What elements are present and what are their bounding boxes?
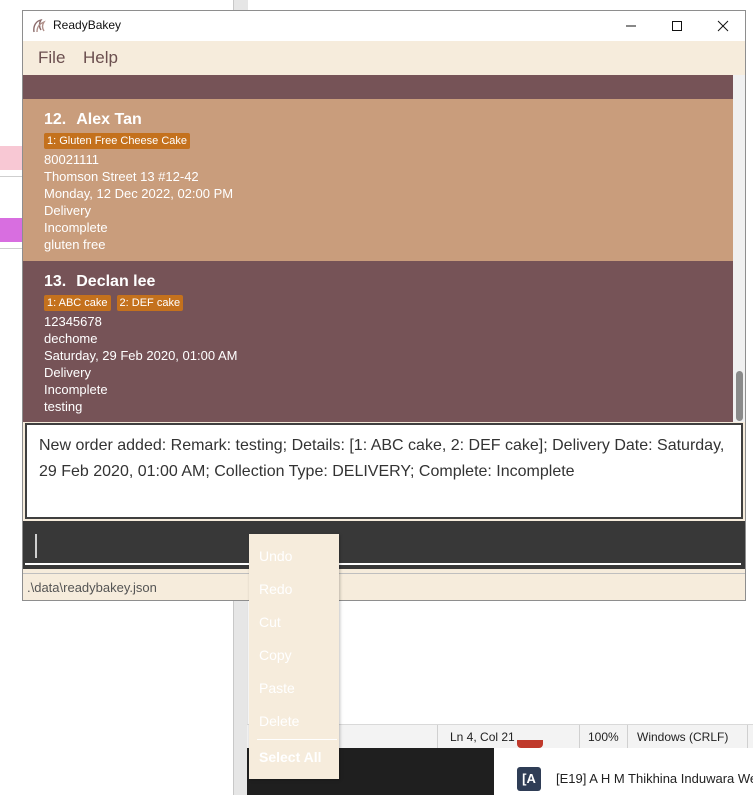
- data-file-path: .\data\readybakey.json: [27, 580, 157, 595]
- customer-phone: 12345678: [44, 314, 102, 329]
- status-bar: .\data\readybakey.json: [23, 573, 745, 600]
- minimize-icon: [626, 25, 636, 27]
- order-index: 12.: [44, 111, 67, 128]
- menu-file[interactable]: File: [38, 48, 65, 68]
- context-menu-select-all[interactable]: Select All: [259, 749, 322, 765]
- order-list[interactable]: 12. Alex Tan 1: Gluten Free Cheese Cake 8…: [23, 75, 733, 422]
- editor-cursor-position: Ln 4, Col 21: [450, 730, 515, 744]
- context-menu-cut[interactable]: Cut: [259, 614, 281, 630]
- window-title: ReadyBakey: [53, 18, 122, 32]
- background-highlight-row: [0, 218, 22, 242]
- order-status: Incomplete: [44, 382, 108, 397]
- context-menu: Undo Redo Cut Copy Paste Delete Select A…: [249, 534, 339, 779]
- order-date: Saturday, 29 Feb 2020, 01:00 AM: [44, 348, 238, 363]
- order-list-scrollbar[interactable]: [733, 75, 745, 422]
- background-divider: [0, 176, 22, 177]
- menu-help[interactable]: Help: [83, 48, 118, 68]
- order-item-tags: 1: ABC cake 2: DEF cake: [44, 295, 733, 311]
- context-menu-copy[interactable]: Copy: [259, 647, 292, 663]
- title-bar[interactable]: ReadyBakey: [23, 11, 745, 41]
- background-notification[interactable]: [A [E19] A H M Thikhina Induwara We: [494, 748, 753, 795]
- order-name-row: 13. Declan lee: [44, 273, 733, 291]
- order-item-tag: 2: DEF cake: [116, 295, 184, 311]
- context-menu-paste[interactable]: Paste: [259, 680, 295, 696]
- maximize-icon: [672, 21, 682, 31]
- maximize-button[interactable]: [654, 11, 700, 41]
- order-card[interactable]: 13. Declan lee 1: ABC cake 2: DEF cake 12…: [23, 261, 733, 422]
- context-menu-redo[interactable]: Redo: [259, 581, 292, 597]
- result-display: New order added: Remark: testing; Detail…: [25, 423, 743, 519]
- order-card[interactable]: 12. Alex Tan 1: Gluten Free Cheese Cake 8…: [23, 99, 733, 261]
- context-menu-separator: [257, 739, 337, 740]
- command-box: [23, 521, 745, 569]
- command-input[interactable]: [25, 525, 741, 565]
- order-item-tags: 1: Gluten Free Cheese Cake: [44, 133, 733, 149]
- customer-name: Declan lee: [76, 273, 156, 290]
- background-divider: [0, 248, 22, 249]
- order-name-row: 12. Alex Tan: [44, 111, 733, 129]
- collection-type: Delivery: [44, 365, 91, 380]
- minimize-button[interactable]: [608, 11, 654, 41]
- close-button[interactable]: [700, 11, 745, 41]
- close-icon: [717, 20, 729, 32]
- context-menu-delete[interactable]: Delete: [259, 713, 299, 729]
- background-highlight-row: [0, 146, 22, 170]
- notification-avatar: [A: [517, 767, 541, 791]
- customer-address: Thomson Street 13 #12-42: [44, 169, 199, 184]
- notification-text: [E19] A H M Thikhina Induwara We: [556, 771, 753, 786]
- order-remark: testing: [44, 399, 83, 414]
- customer-address: dechome: [44, 331, 98, 346]
- app-logo-icon: [33, 18, 46, 33]
- customer-name: Alex Tan: [76, 111, 142, 128]
- background-red-badge: [517, 740, 543, 748]
- order-date: Monday, 12 Dec 2022, 02:00 PM: [44, 186, 234, 201]
- order-index: 13.: [44, 273, 67, 290]
- order-remark: gluten free: [44, 237, 106, 252]
- order-card-partial: [23, 75, 733, 99]
- order-item-tag: 1: ABC cake: [44, 295, 111, 311]
- editor-zoom-level: 100%: [588, 730, 619, 744]
- collection-type: Delivery: [44, 203, 91, 218]
- menu-bar: File Help: [23, 41, 745, 75]
- text-caret: [35, 534, 37, 558]
- context-menu-undo[interactable]: Undo: [259, 548, 292, 564]
- order-item-tag: 1: Gluten Free Cheese Cake: [44, 133, 191, 149]
- editor-line-ending: Windows (CRLF): [637, 730, 729, 744]
- customer-phone: 80021111: [44, 152, 99, 167]
- scrollbar-thumb[interactable]: [736, 371, 743, 421]
- background-window-strip: [0, 0, 22, 795]
- order-status: Incomplete: [44, 220, 108, 235]
- app-window: ReadyBakey File Help 12. Alex Tan 1: Glut…: [22, 10, 746, 601]
